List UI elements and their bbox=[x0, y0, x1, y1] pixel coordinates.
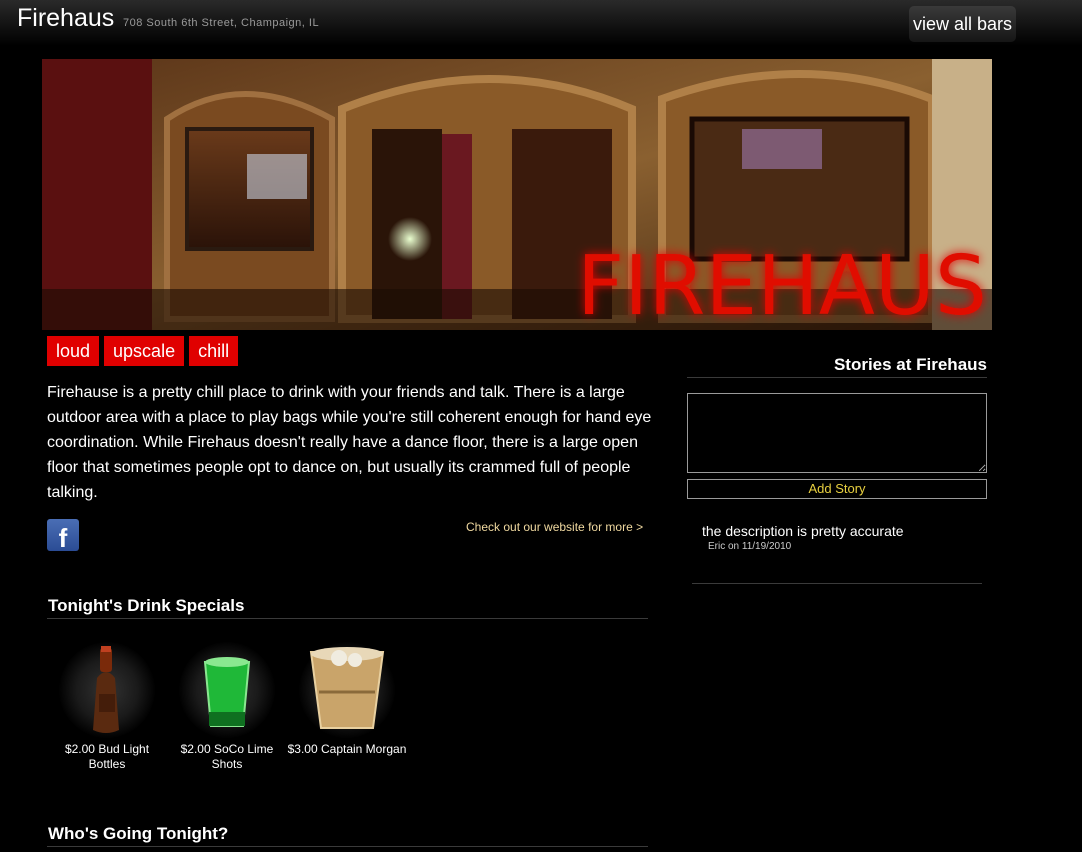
hero-image: FIREHAUS bbox=[42, 59, 992, 330]
drink-caption: $3.00 Captain Morgan bbox=[287, 742, 407, 756]
tag-chill[interactable]: chill bbox=[189, 336, 239, 366]
drink-item[interactable]: $3.00 Captain Morgan bbox=[287, 642, 407, 757]
cup-icon bbox=[299, 642, 395, 738]
shot-glass-icon bbox=[179, 642, 275, 738]
view-all-bars-button[interactable]: view all bars bbox=[909, 6, 1016, 42]
top-bar: Firehaus 708 South 6th Street, Champaign… bbox=[0, 0, 1082, 46]
whos-going-title: Who's Going Tonight? bbox=[47, 824, 648, 847]
beer-bottle-icon bbox=[59, 642, 155, 738]
stories-title: Stories at Firehaus bbox=[687, 355, 987, 378]
bar-address: 708 South 6th Street, Champaign, IL bbox=[123, 17, 320, 29]
hero-sign-text: FIREHAUS bbox=[577, 239, 987, 330]
facebook-icon[interactable]: f bbox=[47, 519, 79, 553]
story-divider bbox=[692, 583, 982, 584]
drink-item[interactable]: $2.00 Bud Light Bottles bbox=[47, 642, 167, 772]
bar-description: Firehause is a pretty chill place to dri… bbox=[47, 384, 652, 501]
drink-item[interactable]: $2.00 SoCo Lime Shots bbox=[167, 642, 287, 772]
hero-illustration: FIREHAUS bbox=[42, 59, 992, 330]
add-story-button[interactable]: Add Story bbox=[687, 479, 987, 499]
drink-caption: $2.00 Bud Light Bottles bbox=[64, 742, 150, 771]
story-meta: Eric on 11/19/2010 bbox=[708, 541, 792, 552]
drink-specials-title: Tonight's Drink Specials bbox=[47, 596, 648, 619]
story-text: the description is pretty accurate bbox=[702, 523, 904, 539]
tag-list: loud upscale chill bbox=[47, 336, 243, 366]
tag-loud[interactable]: loud bbox=[47, 336, 100, 366]
drink-caption: $2.00 SoCo Lime Shots bbox=[180, 742, 274, 771]
story-input[interactable] bbox=[687, 393, 987, 473]
bar-name: Firehaus bbox=[17, 4, 115, 32]
tag-upscale[interactable]: upscale bbox=[104, 336, 185, 366]
website-link[interactable]: Check out our website for more > bbox=[466, 520, 643, 534]
